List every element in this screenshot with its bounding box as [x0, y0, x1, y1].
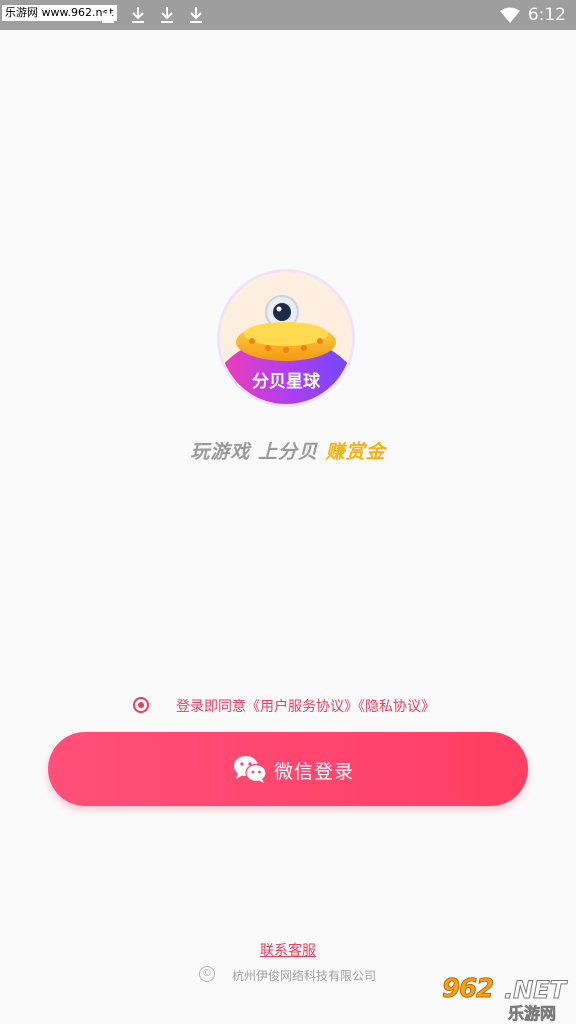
watermark-number: 962 — [441, 974, 494, 1005]
agreement-prefix: 登录即同意 — [176, 699, 246, 715]
contact-support-link[interactable]: 联系客服 — [0, 940, 576, 960]
app-logo: 分贝星球 — [220, 272, 352, 404]
company-name: 杭州伊俊网络科技有限公司 — [232, 969, 377, 983]
tagline-highlight: 赚赏金 — [325, 441, 386, 463]
user-agreement-link[interactable]: 《用户服务协议》 — [246, 699, 358, 715]
agreement-text: 登录即同意《用户服务协议》《隐私协议》 — [176, 696, 435, 716]
wechat-login-label: 微信登录 — [274, 761, 355, 783]
corner-watermark: 962 .NET 乐游网 — [438, 974, 570, 1024]
login-screen: 乐游网 www.962.net 6:12 分贝星球 玩游戏 上分贝 赚赏金 登录… — [0, 0, 576, 1024]
status-bar: 乐游网 www.962.net 6:12 — [0, 0, 576, 30]
watermark-cn: 乐游网 — [508, 1004, 557, 1024]
wifi-icon — [500, 7, 520, 23]
ufo-planet-icon: 分贝星球 — [220, 272, 352, 404]
wechat-icon — [234, 756, 267, 783]
copyright-icon: © — [199, 966, 215, 982]
download-icon — [161, 7, 173, 23]
privacy-policy-link[interactable]: 《隐私协议》 — [358, 699, 435, 715]
download-icon — [132, 7, 144, 23]
agree-radio-icon[interactable] — [133, 697, 149, 713]
status-time: 6:12 — [527, 5, 566, 25]
download-icon — [102, 7, 114, 23]
agreement-row: 登录即同意《用户服务协议》《隐私协议》 — [0, 696, 576, 718]
logo-text: 分贝星球 — [252, 372, 321, 392]
wechat-login-button[interactable]: 微信登录 — [48, 732, 528, 806]
tagline: 玩游戏 上分贝 赚赏金 — [0, 437, 576, 464]
download-icon — [190, 7, 202, 23]
tagline-main: 玩游戏 上分贝 — [190, 441, 326, 463]
